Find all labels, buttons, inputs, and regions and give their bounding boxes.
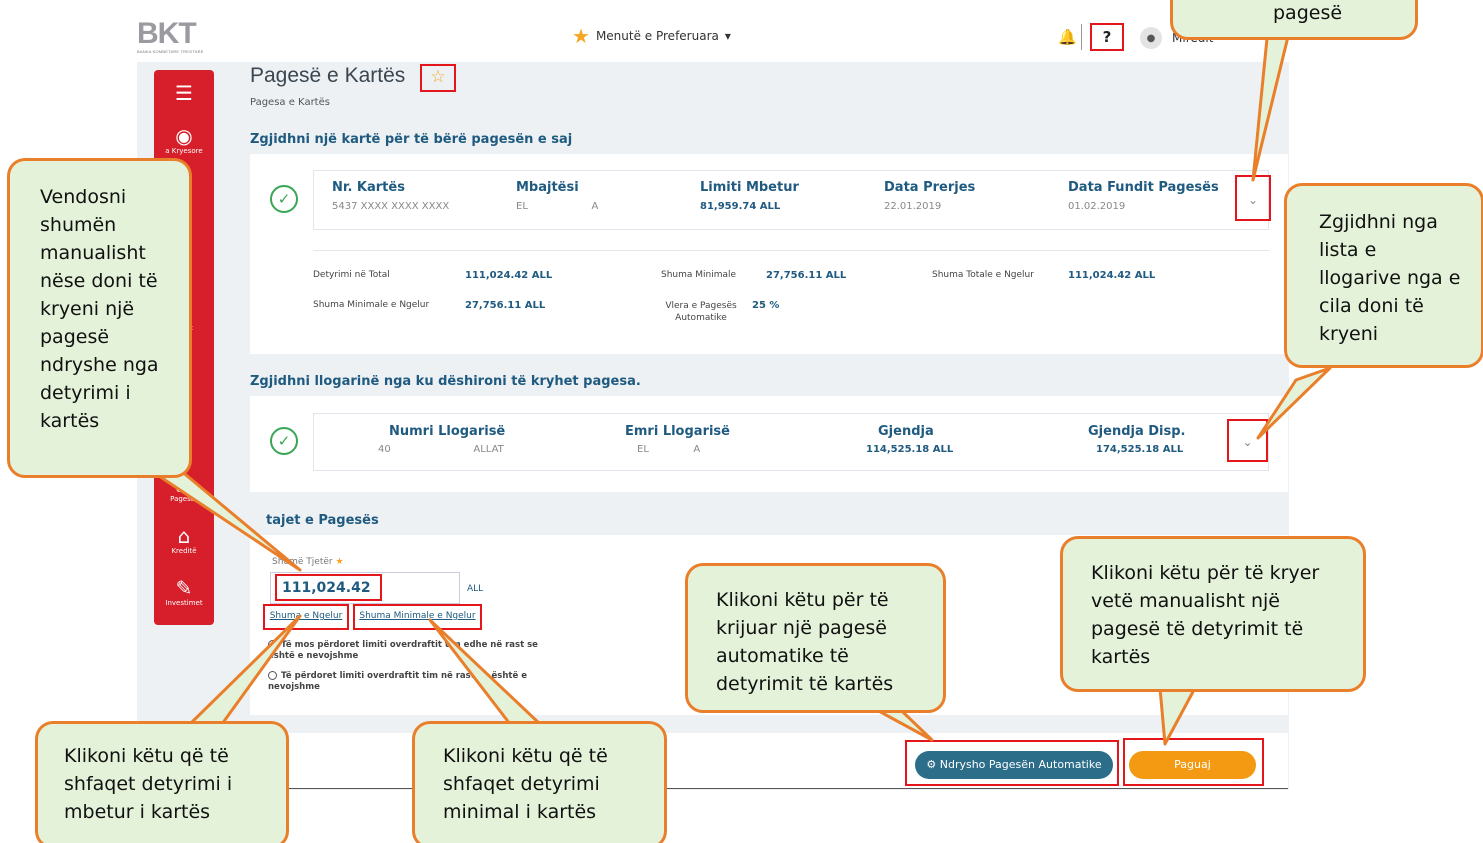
callout-pointers [148,6,1332,746]
callout-left: Vendosni shumën manualisht nëse doni të … [7,158,192,478]
pointer-left [148,468,302,572]
callout-bottom-left: Klikoni këtu që të shfaqet detyrimi i mb… [35,721,289,843]
callout-text: Vendosni shumën manualisht nëse doni të … [40,186,159,432]
callout-bottom-auto: Klikoni këtu për të krijuar një pagesë a… [685,563,946,713]
callout-right: Zgjidhni nga lista e llogarive nga e cil… [1284,183,1483,368]
callout-text: Klikoni këtu që të shfaqet detyrimi mini… [443,745,608,823]
pointer-bottom-pay [1158,686,1197,746]
callout-text: Klikoni këtu për të kryer vetë manualish… [1091,562,1320,668]
callout-text: pagesë [1273,2,1343,24]
pointer-bottom-left [188,614,302,726]
callout-text: Zgjidhni nga lista e llogarive nga e cil… [1319,211,1461,345]
callout-top-right: pagesë [1170,0,1418,40]
callout-bottom-mid: Klikoni këtu që të shfaqet detyrimi mini… [412,721,667,843]
callout-text: Klikoni këtu për të krijuar një pagesë a… [716,589,894,695]
callout-text: Klikoni këtu që të shfaqet detyrimi i mb… [64,745,233,823]
pointer-right [1256,366,1332,440]
callout-bottom-pay: Klikoni këtu për të kryer vetë manualish… [1060,536,1366,692]
pointer-bottom-mid [428,618,542,726]
